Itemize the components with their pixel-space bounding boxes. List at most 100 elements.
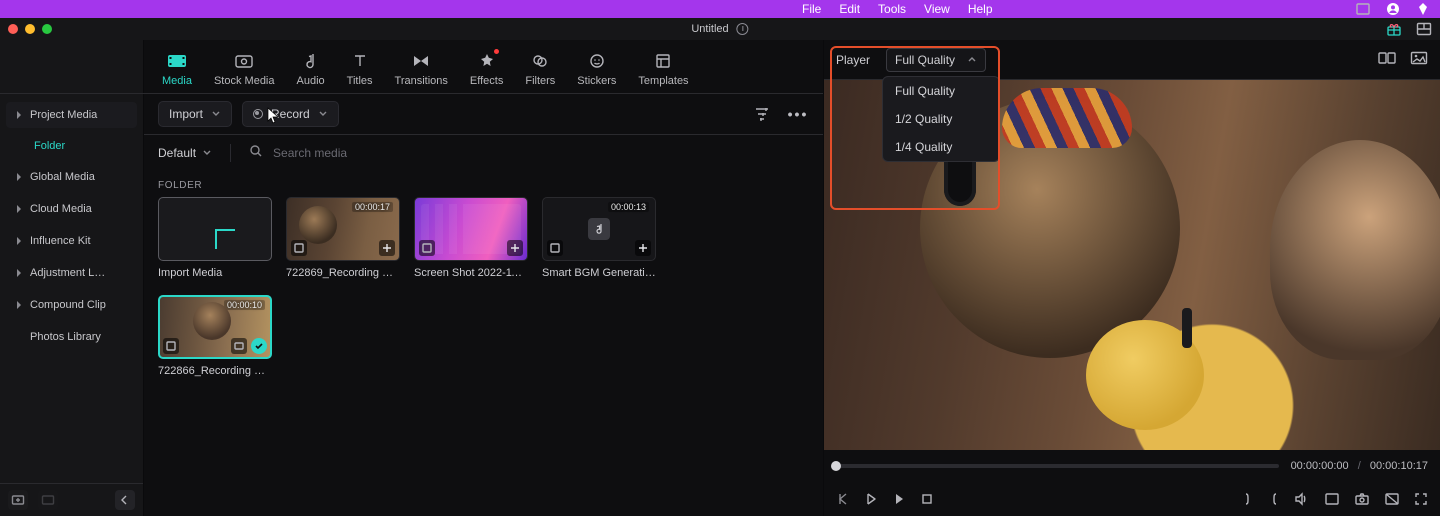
quality-option-half[interactable]: 1/2 Quality bbox=[883, 105, 999, 133]
menu-view[interactable]: View bbox=[924, 2, 950, 16]
card-clip-1[interactable]: 00:00:17 722869_Recording P… bbox=[286, 197, 400, 279]
card-thumb[interactable]: 00:00:17 bbox=[286, 197, 400, 261]
play-pause-button[interactable] bbox=[864, 492, 878, 506]
panel-layout-icon[interactable] bbox=[1416, 21, 1432, 37]
window-minimize-button[interactable] bbox=[25, 24, 35, 34]
window-traffic-lights[interactable] bbox=[8, 24, 52, 34]
media-search-row: Default bbox=[144, 134, 823, 170]
menubar-diamond-icon[interactable] bbox=[1416, 2, 1430, 16]
tab-templates[interactable]: Templates bbox=[638, 51, 688, 87]
sidebar-item-adjustment-layer[interactable]: Adjustment L… bbox=[6, 260, 137, 286]
menu-help[interactable]: Help bbox=[968, 2, 993, 16]
sidebar: Project Media Folder Global Media Cloud … bbox=[0, 40, 144, 516]
compare-view-icon[interactable] bbox=[1378, 51, 1396, 68]
search-input[interactable] bbox=[271, 145, 811, 161]
prev-frame-button[interactable] bbox=[836, 492, 850, 506]
sidebar-item-project-media[interactable]: Project Media bbox=[6, 102, 137, 128]
tab-effects[interactable]: Effects bbox=[470, 51, 503, 87]
time-separator: / bbox=[1358, 460, 1361, 472]
card-import-media[interactable]: Import Media bbox=[158, 197, 272, 279]
menu-edit[interactable]: Edit bbox=[839, 2, 860, 16]
chevron-right-icon bbox=[14, 204, 24, 214]
menu-tools[interactable]: Tools bbox=[878, 2, 906, 16]
fullscreen-button[interactable] bbox=[1414, 492, 1428, 506]
filter-icon-button[interactable] bbox=[749, 101, 775, 127]
preview-icon[interactable] bbox=[419, 240, 435, 256]
scrubber-track[interactable] bbox=[836, 464, 1279, 468]
quality-dropdown-menu[interactable]: Full Quality 1/2 Quality 1/4 Quality bbox=[882, 76, 1000, 162]
new-bin-icon[interactable] bbox=[38, 490, 58, 510]
card-thumb[interactable]: 00:00:10 bbox=[158, 295, 272, 359]
add-to-timeline-icon[interactable] bbox=[507, 240, 523, 256]
quality-option-full[interactable]: Full Quality bbox=[883, 77, 999, 105]
card-thumb[interactable]: 00:00:13 bbox=[542, 197, 656, 261]
preview-icon[interactable] bbox=[163, 338, 179, 354]
import-button[interactable]: Import bbox=[158, 101, 232, 127]
video-frame-detail bbox=[1002, 88, 1132, 148]
safe-area-button[interactable] bbox=[1384, 492, 1400, 506]
mark-in-button[interactable] bbox=[1242, 492, 1254, 506]
menubar-window-icon[interactable] bbox=[1356, 2, 1370, 16]
aspect-ratio-button[interactable] bbox=[1324, 492, 1340, 506]
mark-out-button[interactable] bbox=[1268, 492, 1280, 506]
tab-filters[interactable]: Filters bbox=[525, 51, 555, 87]
card-name: Import Media bbox=[158, 267, 272, 279]
preview-icon[interactable] bbox=[547, 240, 563, 256]
preview-icon[interactable] bbox=[291, 240, 307, 256]
player-scrubber-row: 00:00:00:00 / 00:00:10:17 bbox=[824, 450, 1440, 482]
quality-option-quarter[interactable]: 1/4 Quality bbox=[883, 133, 999, 161]
playhead[interactable] bbox=[831, 461, 841, 471]
sidebar-item-photos-library[interactable]: Photos Library bbox=[6, 324, 137, 350]
chevron-right-icon bbox=[14, 110, 24, 120]
chevron-up-icon bbox=[967, 55, 977, 65]
media-panel: Media Stock Media Audio Titles Transitio… bbox=[144, 40, 824, 516]
card-thumb[interactable] bbox=[414, 197, 528, 261]
tab-audio[interactable]: Audio bbox=[297, 51, 325, 87]
tab-stickers[interactable]: Stickers bbox=[577, 51, 616, 87]
gift-icon[interactable] bbox=[1386, 21, 1402, 37]
sidebar-item-influence-kit[interactable]: Influence Kit bbox=[6, 228, 137, 254]
menubar-user-icon[interactable] bbox=[1386, 2, 1400, 16]
snapshot-button[interactable] bbox=[1354, 492, 1370, 506]
picture-icon[interactable] bbox=[1410, 51, 1428, 68]
sidebar-item-compound-clip[interactable]: Compound Clip bbox=[6, 292, 137, 318]
effects-icon bbox=[478, 51, 496, 71]
menu-file[interactable]: File bbox=[802, 2, 821, 16]
option-label: Full Quality bbox=[895, 84, 955, 98]
import-button-label: Import bbox=[169, 107, 203, 121]
card-clip-4[interactable]: 00:00:10 722866_Recording P… bbox=[158, 295, 272, 377]
record-button[interactable]: Record bbox=[242, 101, 339, 127]
tab-stock-media[interactable]: Stock Media bbox=[214, 51, 275, 87]
cloud-sync-icon[interactable] bbox=[737, 23, 749, 35]
stop-button[interactable] bbox=[920, 492, 934, 506]
more-menu-button[interactable]: ••• bbox=[785, 101, 811, 127]
import-media-thumb[interactable] bbox=[158, 197, 272, 261]
sidebar-item-label: Compound Clip bbox=[30, 299, 106, 311]
media-toolbar: Import Record ••• bbox=[144, 94, 823, 134]
search-field[interactable] bbox=[249, 144, 811, 161]
clip-options-icon[interactable] bbox=[231, 338, 247, 354]
tab-label: Titles bbox=[347, 75, 373, 87]
add-to-timeline-icon[interactable] bbox=[635, 240, 651, 256]
sidebar-item-global-media[interactable]: Global Media bbox=[6, 164, 137, 190]
tab-transitions[interactable]: Transitions bbox=[395, 51, 448, 87]
new-folder-icon[interactable] bbox=[8, 490, 28, 510]
play-button[interactable] bbox=[892, 492, 906, 506]
card-clip-2[interactable]: Screen Shot 2022-11… bbox=[414, 197, 528, 279]
audio-icon bbox=[301, 51, 321, 71]
volume-button[interactable] bbox=[1294, 492, 1310, 506]
sort-dropdown[interactable]: Default bbox=[158, 146, 212, 160]
sidebar-subitem-folder[interactable]: Folder bbox=[6, 134, 137, 158]
option-label: 1/2 Quality bbox=[895, 112, 952, 126]
tab-titles[interactable]: Titles bbox=[347, 51, 373, 87]
player-panel: Player Full Quality Full Quality 1/2 Qua… bbox=[824, 40, 1440, 516]
card-clip-3[interactable]: 00:00:13 Smart BGM Generati… bbox=[542, 197, 656, 279]
sidebar-item-cloud-media[interactable]: Cloud Media bbox=[6, 196, 137, 222]
sidebar-item-label: Photos Library bbox=[30, 331, 101, 343]
window-zoom-button[interactable] bbox=[42, 24, 52, 34]
window-close-button[interactable] bbox=[8, 24, 18, 34]
tab-media[interactable]: Media bbox=[162, 51, 192, 87]
add-to-timeline-icon[interactable] bbox=[379, 240, 395, 256]
quality-dropdown[interactable]: Full Quality bbox=[886, 48, 986, 72]
collapse-sidebar-icon[interactable] bbox=[115, 490, 135, 510]
